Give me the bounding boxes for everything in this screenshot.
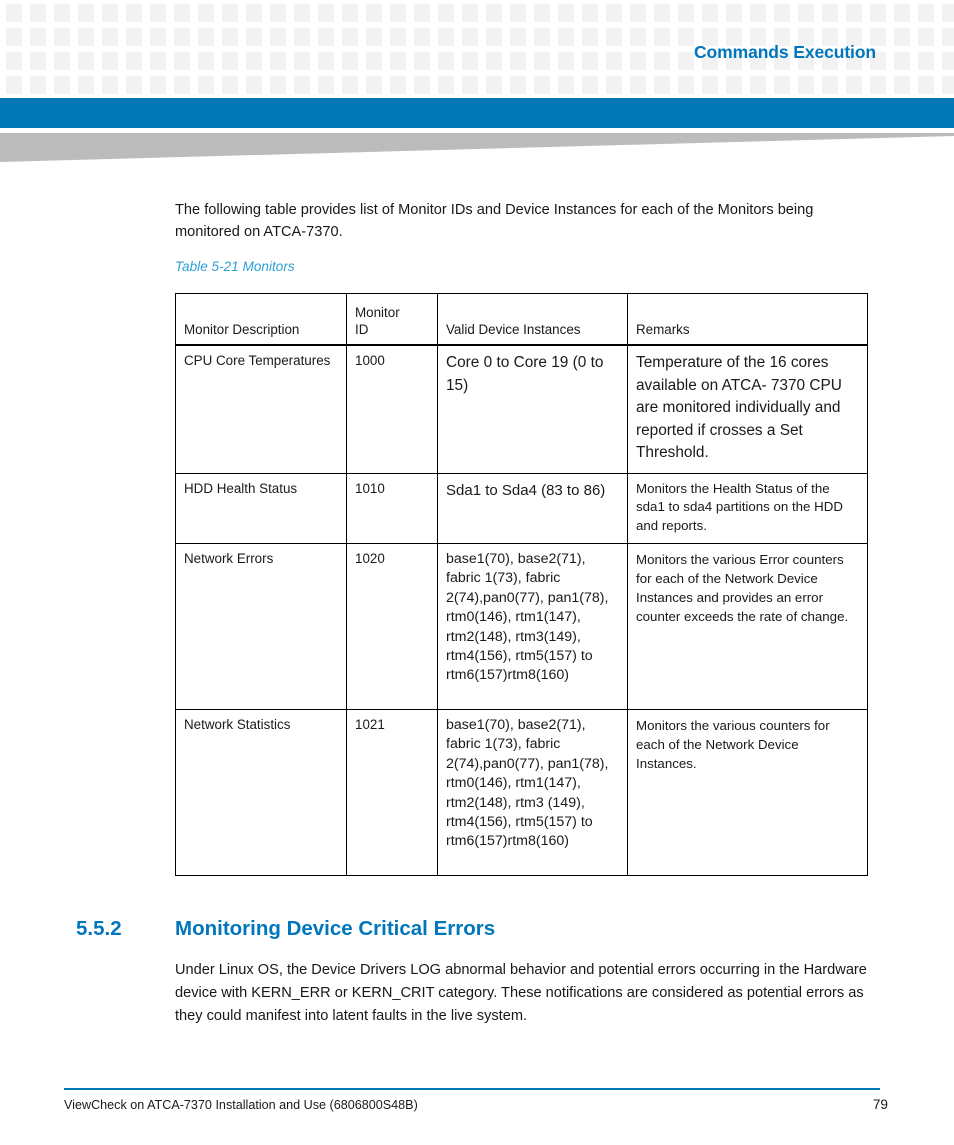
cell-monitor-description: HDD Health Status	[175, 472, 347, 544]
cell-remarks: Monitors the various Error counters for …	[627, 543, 868, 710]
section-title: Monitoring Device Critical Errors	[175, 917, 496, 940]
column-header-monitor-id-line1: Monitor	[355, 305, 400, 320]
section-paragraph: Under Linux OS, the Device Drivers LOG a…	[175, 961, 867, 1024]
table-row: HDD Health Status 1010 Sda1 to Sda4 (83 …	[175, 472, 868, 544]
cell-remarks: Temperature of the 16 cores available on…	[627, 344, 868, 474]
cell-valid-device-instances: base1(70), base2(71), fabric 1(73), fabr…	[437, 543, 628, 710]
table-row: CPU Core Temperatures 1000 Core 0 to Cor…	[175, 344, 868, 474]
table-caption: Table 5-21 Monitors	[175, 259, 295, 274]
footer-rule	[64, 1088, 880, 1090]
monitors-table: Monitor Description Monitor ID Valid Dev…	[175, 293, 868, 876]
cell-monitor-description: Network Errors	[175, 543, 347, 710]
cell-monitor-id: 1020	[346, 543, 438, 710]
column-header-valid-device-instances: Valid Device Instances	[437, 293, 628, 346]
column-header-monitor-id-line2: ID	[355, 322, 369, 337]
column-header-monitor-description: Monitor Description	[175, 293, 347, 346]
header-gray-wedge	[0, 133, 954, 162]
footer-page-number: 79	[872, 1097, 888, 1112]
table-header-row: Monitor Description Monitor ID Valid Dev…	[175, 293, 868, 346]
cell-monitor-description: CPU Core Temperatures	[175, 344, 347, 474]
cell-monitor-id: 1000	[346, 344, 438, 474]
table-row: Network Errors 1020 base1(70), base2(71)…	[175, 543, 868, 710]
section-heading: 5.5.2 Monitoring Device Critical Errors	[76, 917, 876, 941]
cell-valid-device-instances: Sda1 to Sda4 (83 to 86)	[437, 472, 628, 544]
column-header-remarks: Remarks	[627, 293, 868, 346]
column-header-monitor-id: Monitor ID	[346, 293, 438, 346]
cell-monitor-description: Network Statistics	[175, 709, 347, 876]
page-header-title: Commands Execution	[694, 42, 876, 62]
cell-monitor-id: 1021	[346, 709, 438, 876]
intro-paragraph: The following table provides list of Mon…	[175, 201, 814, 240]
cell-valid-device-instances: Core 0 to Core 19 (0 to 15)	[437, 344, 628, 474]
table-row: Network Statistics 1021 base1(70), base2…	[175, 709, 868, 876]
footer-document-label: ViewCheck on ATCA-7370 Installation and …	[64, 1098, 418, 1112]
cell-valid-device-instances: base1(70), base2(71), fabric 1(73), fabr…	[437, 709, 628, 876]
cell-remarks: Monitors the Health Status of the sda1 t…	[627, 472, 868, 544]
cell-remarks: Monitors the various counters for each o…	[627, 709, 868, 876]
header-blue-bar	[0, 98, 954, 128]
cell-monitor-id: 1010	[346, 472, 438, 544]
section-number: 5.5.2	[76, 917, 122, 940]
